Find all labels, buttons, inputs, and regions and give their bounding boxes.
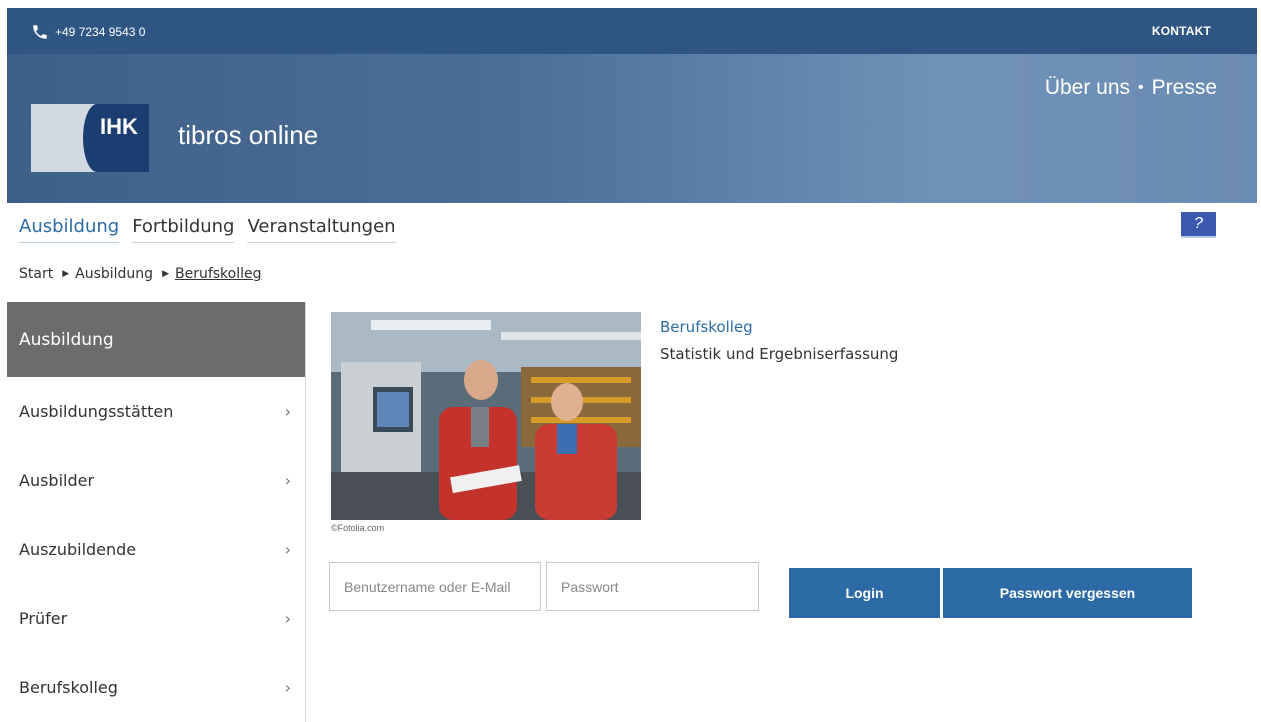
chevron-right-icon: › (284, 678, 291, 697)
phone-contact[interactable]: +49 7234 9543 0 (31, 23, 145, 41)
breadcrumb: Start ▶ Ausbildung ▶ Berufskolleg (19, 266, 262, 282)
breadcrumb-ausbildung[interactable]: Ausbildung (75, 266, 153, 282)
help-button[interactable]: ? (1181, 212, 1216, 238)
main-nav: Ausbildung Fortbildung Veranstaltungen (19, 216, 409, 243)
phone-icon (33, 25, 47, 39)
press-link[interactable]: Presse (1152, 76, 1217, 100)
password-input[interactable] (546, 562, 759, 611)
sidebar-item-berufskolleg[interactable]: Berufskolleg › (7, 653, 305, 722)
logo-abbr: IHK (83, 104, 149, 172)
header-banner: Über uns • Presse IHK tibros online (7, 54, 1257, 203)
workshop-photo (331, 312, 641, 520)
sidebar-item-label: Auszubildende (19, 540, 137, 559)
sidebar: Ausbildung Ausbildungsstätten › Ausbilde… (7, 302, 306, 722)
chevron-right-icon: › (284, 402, 291, 421)
sidebar-item-auszubildende[interactable]: Auszubildende › (7, 515, 305, 584)
breadcrumb-arrow-icon: ▶ (162, 269, 169, 279)
chevron-right-icon: › (284, 471, 291, 490)
sidebar-item-label: Ausbildungsstätten (19, 402, 174, 421)
login-button[interactable]: Login (789, 568, 940, 618)
top-bar: +49 7234 9543 0 KONTAKT (7, 8, 1257, 54)
page-title: Berufskolleg (660, 318, 753, 336)
breadcrumb-arrow-icon: ▶ (62, 269, 70, 279)
breadcrumb-start[interactable]: Start (19, 266, 53, 282)
photo-credit: ©Fotolia.com (331, 523, 385, 533)
page-subtitle: Statistik und Ergebniserfassung (660, 345, 899, 363)
nav-ausbildung[interactable]: Ausbildung (19, 216, 120, 243)
sidebar-item-label: Ausbilder (19, 471, 95, 490)
ihk-logo[interactable]: IHK (31, 104, 167, 172)
nav-veranstaltungen[interactable]: Veranstaltungen (247, 216, 396, 243)
breadcrumb-current[interactable]: Berufskolleg (175, 266, 262, 282)
chevron-right-icon: › (284, 540, 291, 559)
workshop-illustration (331, 312, 641, 520)
contact-link[interactable]: KONTAKT (1152, 24, 1211, 38)
nav-fortbildung[interactable]: Fortbildung (132, 216, 235, 243)
sidebar-item-ausbilder[interactable]: Ausbilder › (7, 446, 305, 515)
sidebar-heading[interactable]: Ausbildung (7, 302, 305, 377)
sidebar-item-label: Prüfer (19, 609, 68, 628)
nav-separator: • (1138, 79, 1144, 96)
app-title: tibros online (178, 120, 319, 150)
chevron-right-icon: › (284, 609, 291, 628)
sidebar-item-ausbildungsstaetten[interactable]: Ausbildungsstätten › (7, 377, 305, 446)
phone-number: +49 7234 9543 0 (55, 25, 146, 39)
sidebar-item-label: Berufskolleg (19, 678, 118, 697)
sidebar-item-pruefer[interactable]: Prüfer › (7, 584, 305, 653)
header-nav: Über uns • Presse (1045, 76, 1217, 100)
username-input[interactable] (329, 562, 541, 611)
forgot-password-button[interactable]: Passwort vergessen (943, 568, 1192, 618)
about-link[interactable]: Über uns (1045, 76, 1130, 100)
